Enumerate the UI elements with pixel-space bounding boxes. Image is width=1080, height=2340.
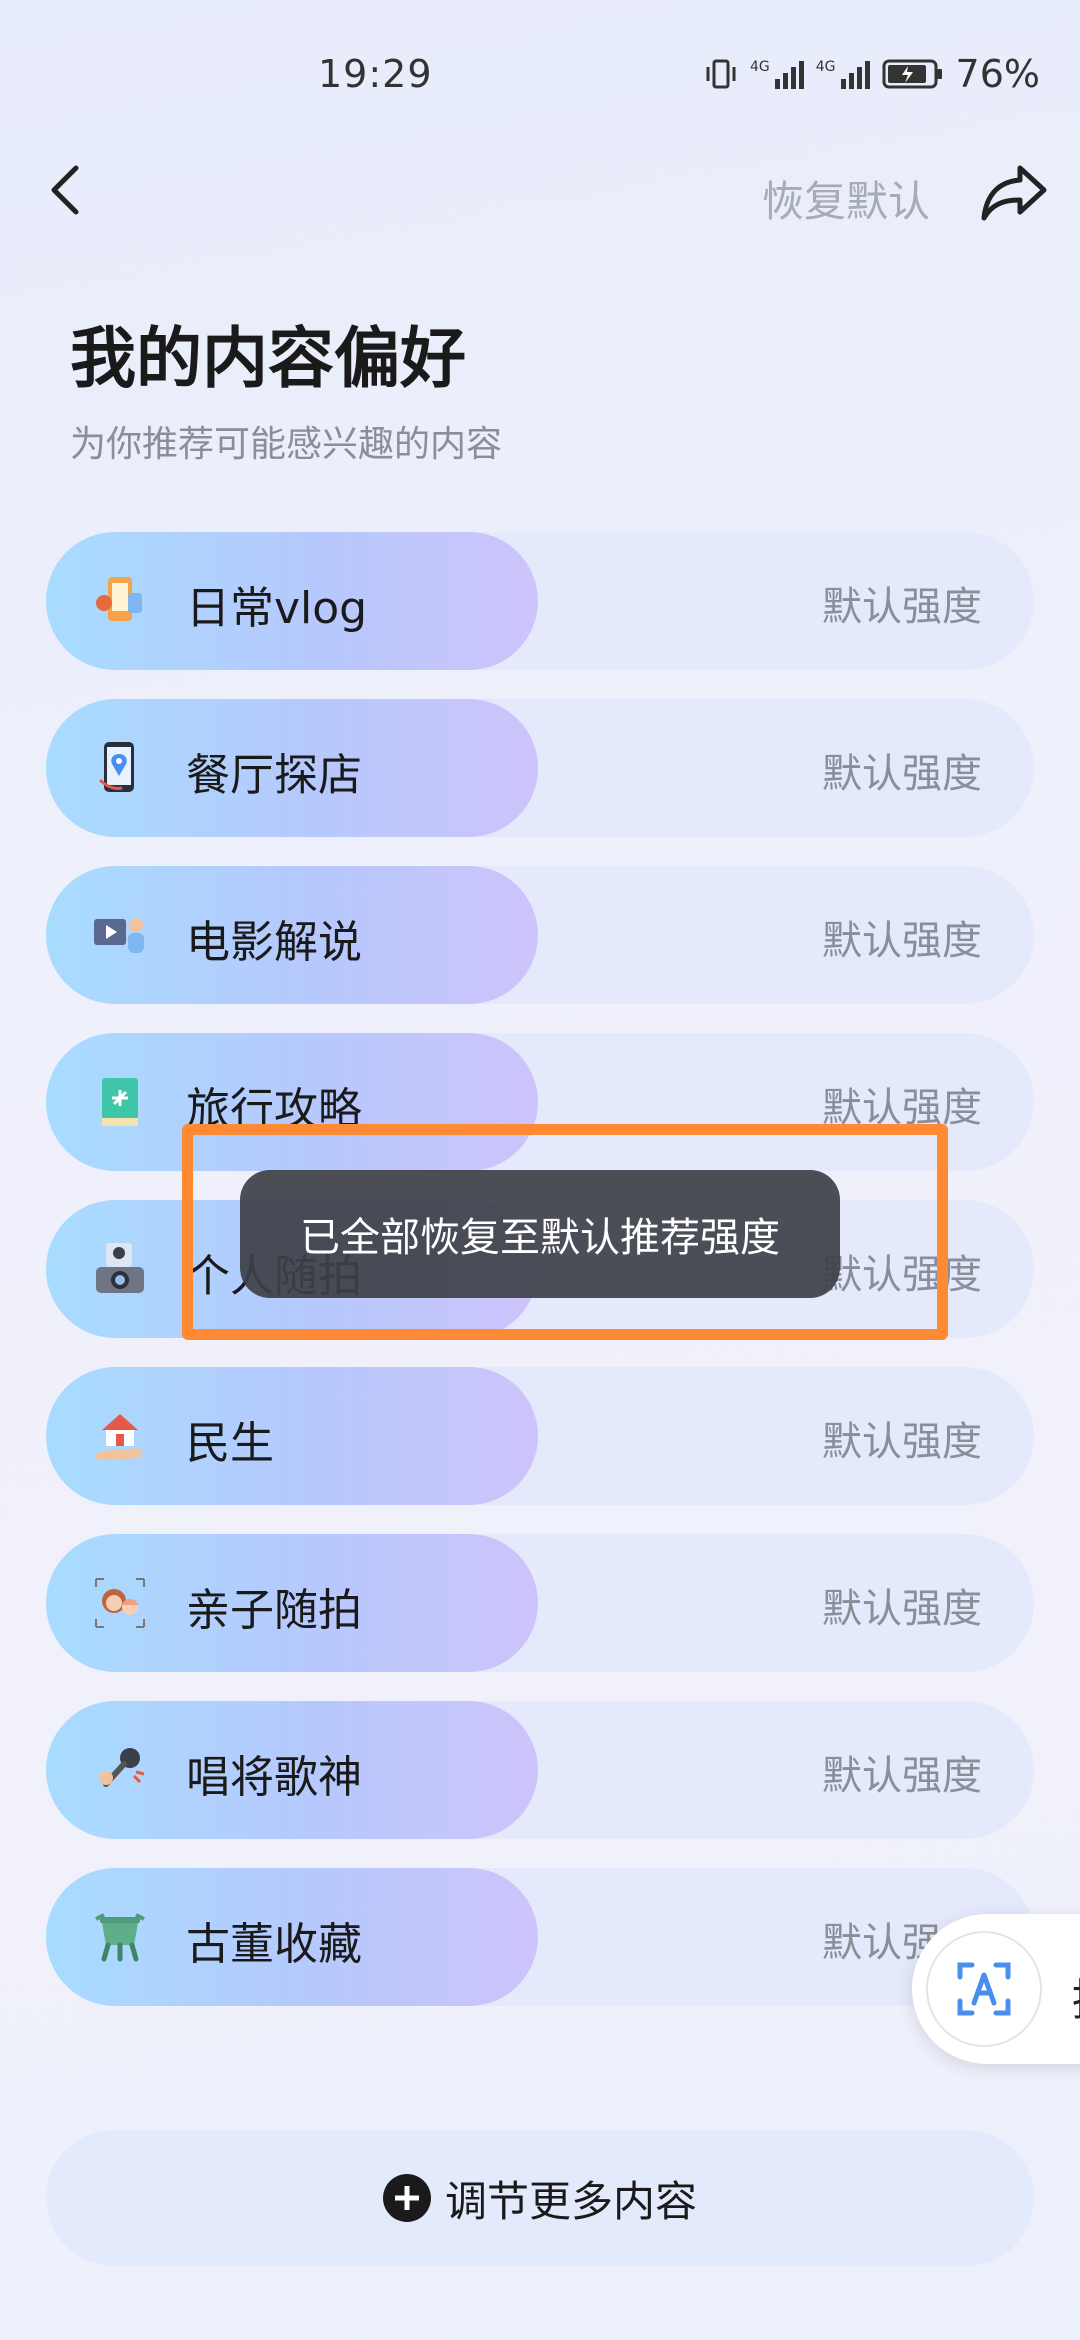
preference-label: 民生 <box>186 1418 274 1469</box>
camera-portrait-icon <box>96 1243 144 1293</box>
preference-label: 餐厅探店 <box>186 750 362 801</box>
microphone-icon <box>99 1748 145 1787</box>
preference-row-parent-child[interactable]: 亲子随拍 默认强度 <box>46 1534 1034 1672</box>
status-bar: 19:29 4G 4G 76% <box>0 0 1080 150</box>
page-title: 我的内容偏好 <box>70 320 466 397</box>
plus-circle-icon <box>382 2174 431 2222</box>
floating-text-recognition-button[interactable]: 提 <box>912 1914 1080 2064</box>
floating-button-label: 提 <box>1072 1964 1080 2028</box>
status-time: 19:29 <box>318 52 433 96</box>
toast-message: 已全部恢复至默认推荐强度 <box>240 1170 840 1298</box>
adjust-more-label: 调节更多内容 <box>444 2176 697 2226</box>
preference-row-restaurant[interactable]: 餐厅探店 默认强度 <box>46 699 1034 837</box>
preference-row-vlog[interactable]: 日常vlog 默认强度 <box>46 532 1034 670</box>
battery-icon <box>882 59 942 89</box>
preference-row-singer[interactable]: 唱将歌神 默认强度 <box>46 1701 1034 1839</box>
preference-label: 古董收藏 <box>186 1919 362 1970</box>
preference-strength[interactable]: 默认强度 <box>822 741 982 799</box>
text-recognition-icon <box>957 1962 1011 2016</box>
preference-label: 日常vlog <box>186 583 368 634</box>
house-hand-icon <box>96 1414 142 1460</box>
back-button[interactable] <box>38 160 98 220</box>
signal-2-icon: 4G <box>816 59 870 89</box>
reset-default-button[interactable]: 恢复默认 <box>762 168 930 229</box>
page-subtitle: 为你推荐可能感兴趣的内容 <box>70 424 503 465</box>
preference-strength[interactable]: 默认强度 <box>822 1576 982 1634</box>
travel-book-icon <box>102 1078 138 1126</box>
vlog-icon <box>96 577 142 621</box>
preference-label: 亲子随拍 <box>186 1585 362 1636</box>
adjust-more-content-button[interactable]: 调节更多内容 <box>46 2130 1034 2266</box>
status-icons: 4G 4G 76% <box>704 52 1040 96</box>
preference-row-antique[interactable]: 古董收藏 默认强度 <box>46 1868 1034 2006</box>
preference-strength[interactable]: 默认强度 <box>822 1409 982 1467</box>
preference-strength[interactable]: 默认强度 <box>822 574 982 632</box>
signal-1-icon: 4G <box>750 59 804 89</box>
battery-percent: 76% <box>955 52 1040 96</box>
preference-label: 电影解说 <box>186 917 362 968</box>
movie-presenter-icon <box>94 918 144 953</box>
phone-location-icon <box>98 742 134 792</box>
float-circle <box>926 1931 1042 2047</box>
parent-child-icon <box>95 1578 145 1628</box>
preference-row-livelihood[interactable]: 民生 默认强度 <box>46 1367 1034 1505</box>
preference-row-movie[interactable]: 电影解说 默认强度 <box>46 866 1034 1004</box>
network-2-label: 4G <box>815 59 836 75</box>
vibrate-icon <box>706 59 736 89</box>
share-icon[interactable] <box>978 160 1050 224</box>
preference-label: 唱将歌神 <box>186 1752 362 1803</box>
preference-strength[interactable]: 默认强度 <box>822 908 982 966</box>
preference-strength[interactable]: 默认强度 <box>822 1743 982 1801</box>
antique-vessel-icon <box>95 1913 145 1962</box>
network-1-label: 4G <box>750 59 770 75</box>
